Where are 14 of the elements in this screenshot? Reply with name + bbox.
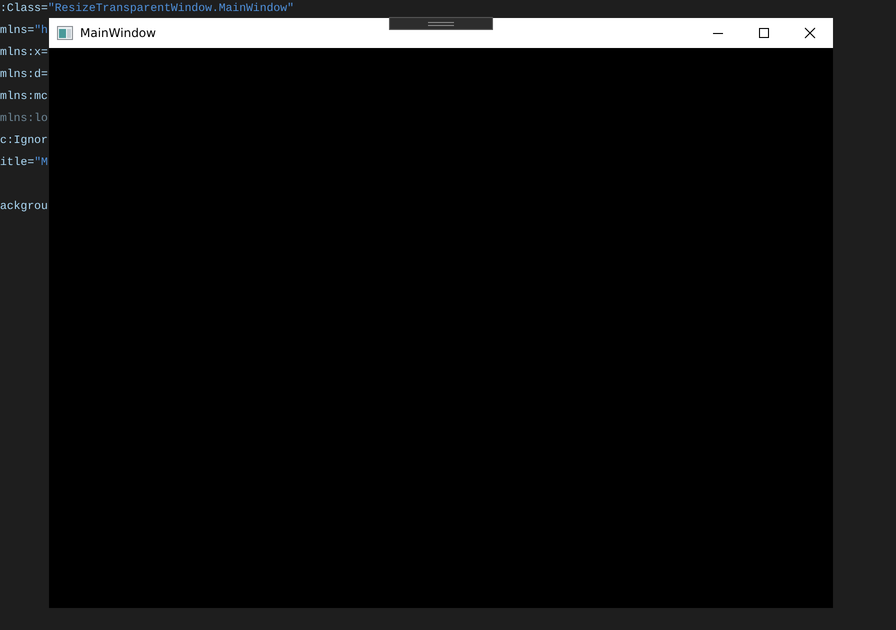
code-line: mlns:d= — [0, 68, 48, 83]
code-line: ackgrou — [0, 200, 48, 215]
code-line: mlns:lo — [0, 112, 48, 127]
code-line: :Class="ResizeTransparentWindow.MainWindow" — [0, 2, 294, 17]
close-icon — [804, 27, 816, 39]
code-line: mlns="h — [0, 24, 48, 39]
window-title: MainWindow — [80, 26, 156, 40]
maximize-icon — [758, 27, 770, 39]
code-line: c:Ignor — [0, 134, 48, 149]
code-line: itle="M — [0, 156, 48, 171]
window-icon — [57, 26, 73, 40]
code-line: mlns:mc — [0, 90, 48, 105]
code-line: mlns:x= — [0, 46, 48, 61]
drag-handle[interactable] — [389, 17, 493, 30]
